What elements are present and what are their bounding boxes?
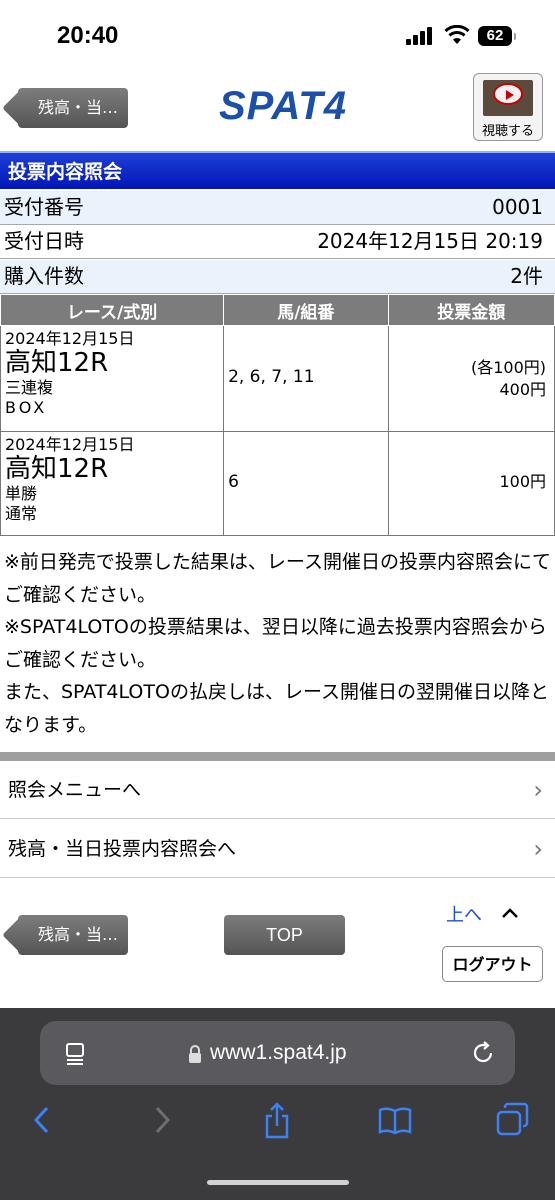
bet-method: 通常 <box>5 504 38 523</box>
home-indicator <box>207 1180 349 1185</box>
notes: ※前日発売で投票した結果は、レース開催日の投票内容照会にてご確認ください。 ※S… <box>4 546 552 741</box>
purchase-count-label: 購入件数 <box>4 264 84 288</box>
chevron-up-icon[interactable] <box>501 902 519 924</box>
receipt-datetime-row: 受付日時 2024年12月15日 20:19 <box>0 225 555 259</box>
horse-numbers: 6 <box>228 472 239 492</box>
cellular-signal-icon <box>406 27 434 45</box>
note-text: ※前日発売で投票した結果は、レース開催日の投票内容照会にてご確認ください。 <box>4 551 551 606</box>
table-row: 2024年12月15日 高知12R 単勝 通常 6 100円 <box>0 431 555 536</box>
status-time: 20:40 <box>57 22 119 49</box>
bookmarks-icon[interactable] <box>377 1102 413 1138</box>
play-icon <box>493 83 523 105</box>
back-to-balance-button[interactable]: 残高・当… <box>18 915 128 955</box>
divider <box>0 752 555 761</box>
amount-total: 400円 <box>499 380 546 399</box>
page-title: 投票内容照会 <box>0 151 555 189</box>
purchase-count-value: 2件 <box>510 264 543 288</box>
race-cell: 2024年12月15日 高知12R 三連複 BOX <box>0 325 225 432</box>
chevron-right-icon: › <box>533 835 543 863</box>
race-date: 2024年12月15日 <box>5 329 135 348</box>
receipt-number-row: 受付番号 0001 <box>0 191 555 225</box>
table-header-row: レース/式別 馬/組番 投票金額 <box>0 294 555 326</box>
bet-amount: 100円 <box>499 472 546 491</box>
menu-item-label: 残高・当日投票内容照会へ <box>8 838 237 860</box>
purchase-count-row: 購入件数 2件 <box>0 260 555 294</box>
bets-table: レース/式別 馬/組番 投票金額 2024年12月15日 高知12R 三連複 B… <box>0 294 555 536</box>
note-text: また、SPAT4LOTOの払戻しは、レース開催日の翌開催日以降となります。 <box>4 681 549 736</box>
bet-amount: (各100円) 400円 <box>471 357 546 401</box>
top-button[interactable]: TOP <box>224 915 345 955</box>
amount-cell: 100円 <box>387 431 555 536</box>
amount-cell: (各100円) 400円 <box>387 325 555 432</box>
status-bar: 20:40 62 <box>0 0 555 72</box>
header-race: レース/式別 <box>0 294 225 326</box>
reload-icon[interactable] <box>470 1040 496 1066</box>
watch-video-label: 視聴する <box>481 124 534 139</box>
note-text: ※SPAT4LOTOの投票結果は、翌日以降に過去投票内容照会からご確認ください。 <box>4 616 547 671</box>
horses-cell: 6 <box>223 431 389 536</box>
battery-icon: 62 <box>478 26 516 46</box>
chevron-right-icon: › <box>533 776 543 804</box>
bet-method: BOX <box>5 398 48 417</box>
back-icon[interactable] <box>30 1102 54 1138</box>
inquiry-menu-link[interactable]: 照会メニューへ › <box>0 761 555 819</box>
balance-inquiry-link[interactable]: 残高・当日投票内容照会へ › <box>0 820 555 878</box>
table-row: 2024年12月15日 高知12R 三連複 BOX 2, 6, 7, 11 (各… <box>0 325 555 432</box>
race-name: 高知12R <box>5 348 109 378</box>
page-menu-icon[interactable] <box>64 1041 88 1065</box>
menu-item-label: 照会メニューへ <box>8 779 142 801</box>
receipt-number-label: 受付番号 <box>4 195 84 219</box>
tabs-icon[interactable] <box>496 1102 530 1138</box>
back-to-balance-button[interactable]: 残高・当… <box>18 88 128 128</box>
race-name: 高知12R <box>5 454 109 484</box>
race-cell: 2024年12月15日 高知12R 単勝 通常 <box>0 431 225 536</box>
race-date: 2024年12月15日 <box>5 435 135 454</box>
header-amount: 投票金額 <box>387 294 555 326</box>
amount-each: (各100円) <box>470 358 546 377</box>
receipt-number-value: 0001 <box>492 195 543 219</box>
lock-icon <box>189 1045 201 1063</box>
bet-type: 三連複 <box>5 378 54 397</box>
horses-cell: 2, 6, 7, 11 <box>223 325 389 432</box>
spat4-logo[interactable]: SPAT4 <box>219 84 347 129</box>
url-text: www1.spat4.jp <box>210 1041 347 1064</box>
watch-video-button[interactable]: 視聴する <box>473 73 543 141</box>
wifi-icon <box>444 25 470 44</box>
forward-icon[interactable] <box>150 1102 174 1138</box>
bet-type: 単勝 <box>5 484 38 503</box>
share-icon[interactable] <box>262 1102 292 1140</box>
receipt-datetime-value: 2024年12月15日 20:19 <box>317 229 543 253</box>
logout-button[interactable]: ログアウト <box>442 946 543 982</box>
horse-numbers: 2, 6, 7, 11 <box>228 367 315 387</box>
receipt-datetime-label: 受付日時 <box>4 229 84 253</box>
header-horses: 馬/組番 <box>223 294 389 326</box>
page-top-link[interactable]: 上へ <box>446 901 482 927</box>
